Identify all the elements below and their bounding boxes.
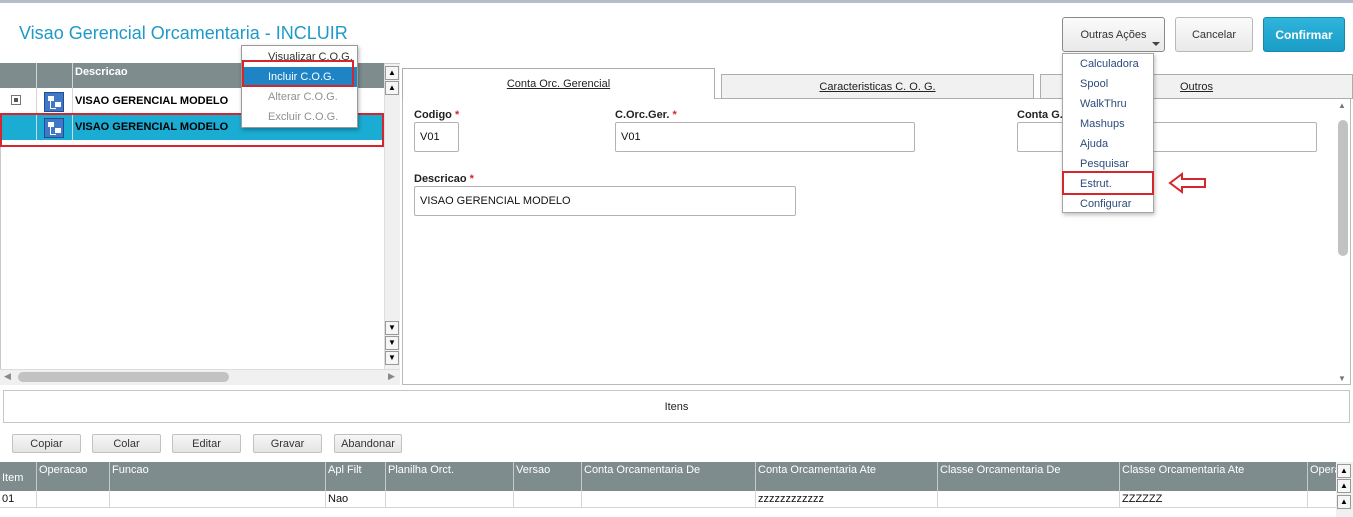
cancel-button[interactable]: Cancelar xyxy=(1175,17,1253,52)
corcger-label: C.Orc.Ger. * xyxy=(615,109,677,121)
column-header-versao: Versao xyxy=(513,462,581,491)
scroll-page-down-icon[interactable]: ▼ xyxy=(385,336,399,350)
highlight-outline xyxy=(1062,171,1154,195)
column-header-classe-ate: Classe Orcamentaria Ate xyxy=(1119,462,1307,491)
cell-planilha[interactable] xyxy=(385,491,513,508)
column-header-apl-filt: Apl Filt xyxy=(325,462,385,491)
tree-column-descricao: Descricao xyxy=(75,66,128,78)
structure-node-icon xyxy=(44,92,64,112)
cell-apl-filt[interactable]: Nao xyxy=(325,491,385,508)
cell-conta-de[interactable] xyxy=(581,491,755,508)
descricao-field[interactable]: VISAO GERENCIAL MODELO xyxy=(414,186,796,216)
outras-acoes-button[interactable]: Outras Ações xyxy=(1062,17,1165,52)
scroll-up-icon[interactable]: ▲ xyxy=(1337,495,1351,509)
outras-acoes-label: Outras Ações xyxy=(1080,28,1147,41)
tab-caracteristicas[interactable]: Caracteristicas C. O. G. xyxy=(721,74,1034,99)
pointer-arrow-icon xyxy=(1168,172,1206,194)
column-header-conta-de: Conta Orcamentaria De xyxy=(581,462,755,491)
cell-item[interactable]: 01 xyxy=(0,491,36,508)
scroll-page-up-icon[interactable]: ▲ xyxy=(385,81,399,95)
scroll-thumb[interactable] xyxy=(1338,120,1348,256)
column-header-classe-de: Classe Orcamentaria De xyxy=(937,462,1119,491)
tab-conta-orc-gerencial[interactable]: Conta Orc. Gerencial xyxy=(402,68,715,99)
codigo-field[interactable]: V01 xyxy=(414,122,459,152)
menu-item-configurar[interactable]: Configurar xyxy=(1063,194,1153,214)
scroll-right-icon[interactable]: ▶ xyxy=(388,371,395,382)
page-title: Visao Gerencial Orcamentaria - INCLUIR xyxy=(19,23,348,43)
cell-classe-de[interactable] xyxy=(937,491,1119,508)
editar-button[interactable]: Editar xyxy=(172,434,241,453)
column-header-operacao: Operacao xyxy=(36,462,109,491)
menu-item-walkthru[interactable]: WalkThru xyxy=(1063,94,1153,114)
row-separator xyxy=(36,88,37,114)
scroll-up-icon[interactable]: ▲ xyxy=(1338,101,1346,110)
column-header-item: Item xyxy=(2,472,24,484)
scroll-top-icon[interactable]: ▲ xyxy=(385,66,399,80)
tree-header-separator xyxy=(72,63,73,89)
row-separator xyxy=(72,88,73,114)
cell-classe-ate[interactable]: ZZZZZZ xyxy=(1119,491,1307,508)
tree-vertical-scrollbar[interactable]: ▲ ▲ ▼ ▼ ▼ xyxy=(384,64,400,369)
scroll-down-icon[interactable]: ▼ xyxy=(385,321,399,335)
top-border xyxy=(0,0,1353,3)
column-header-conta-ate: Conta Orcamentaria Ate xyxy=(755,462,937,491)
codigo-label: Codigo * xyxy=(414,109,460,121)
colar-button[interactable]: Colar xyxy=(92,434,161,453)
column-header-planilha: Planilha Orct. xyxy=(385,462,513,491)
tree-row-label: VISAO GERENCIAL MODELO xyxy=(75,95,229,107)
descricao-label: Descricao * xyxy=(414,173,474,185)
menu-item-spool[interactable]: Spool xyxy=(1063,74,1153,94)
menu-item-excluir: Excluir C.O.G. xyxy=(268,111,339,123)
copiar-button[interactable]: Copiar xyxy=(12,434,81,453)
scroll-top-icon[interactable]: ▲ xyxy=(1337,464,1351,478)
abandonar-button[interactable]: Abandonar xyxy=(334,434,402,453)
app-window: Visao Gerencial Orcamentaria - INCLUIR O… xyxy=(0,0,1353,517)
grid-vertical-scrollbar[interactable]: ▲ ▲ ▲ xyxy=(1336,462,1353,517)
collapse-toggle-icon[interactable] xyxy=(11,95,21,105)
column-header-funcao: Funcao xyxy=(109,462,325,491)
scroll-page-up-icon[interactable]: ▲ xyxy=(1337,479,1351,493)
cell-funcao[interactable] xyxy=(109,491,325,508)
conta-g-label: Conta G. xyxy=(1017,109,1063,121)
scroll-left-icon[interactable]: ◀ xyxy=(4,371,11,382)
dropdown-caret-icon xyxy=(1152,42,1160,46)
scroll-thumb[interactable] xyxy=(18,372,229,382)
cell-conta-ate[interactable]: zzzzzzzzzzzz xyxy=(755,491,937,508)
menu-item-calculadora[interactable]: Calculadora xyxy=(1063,54,1153,74)
highlight-outline xyxy=(242,60,354,87)
menu-item-ajuda[interactable]: Ajuda xyxy=(1063,134,1153,154)
cell-versao[interactable] xyxy=(513,491,581,508)
cell-operacao[interactable] xyxy=(36,491,109,508)
cell-opera[interactable] xyxy=(1307,491,1336,508)
itens-header: Itens xyxy=(3,390,1350,423)
tree-header-separator xyxy=(36,63,37,89)
column-header-opera: Opera xyxy=(1307,462,1336,491)
corcger-field[interactable]: V01 xyxy=(615,122,915,152)
gravar-button[interactable]: Gravar xyxy=(253,434,322,453)
menu-item-alterar: Alterar C.O.G. xyxy=(268,91,338,103)
scroll-down-icon[interactable]: ▼ xyxy=(1338,374,1346,383)
scroll-bottom-icon[interactable]: ▼ xyxy=(385,351,399,365)
confirm-button[interactable]: Confirmar xyxy=(1263,17,1345,52)
menu-item-mashups[interactable]: Mashups xyxy=(1063,114,1153,134)
